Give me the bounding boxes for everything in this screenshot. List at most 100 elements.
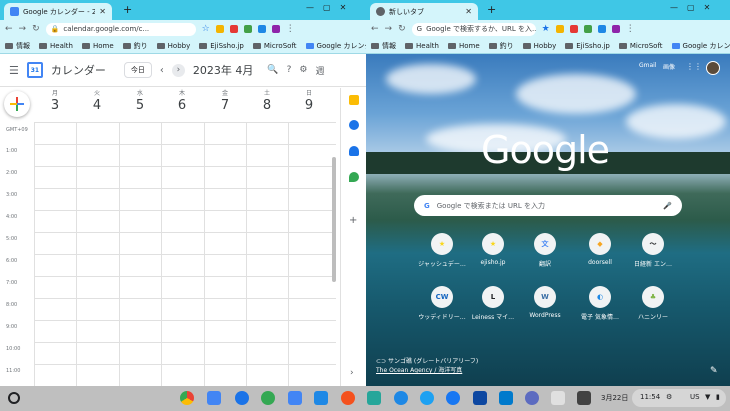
- bookmark-item[interactable]: MicroSoft: [618, 42, 663, 50]
- app-icon[interactable]: [551, 391, 565, 405]
- bookmark-item[interactable]: 情報: [371, 41, 396, 51]
- settings-icon[interactable]: ⚙: [299, 65, 307, 75]
- search-box[interactable]: G Google で検索または URL を入力 🎤: [414, 195, 682, 216]
- add-addon-icon[interactable]: +: [349, 215, 357, 226]
- bookmark-item[interactable]: Health: [39, 42, 73, 50]
- bookmark-item[interactable]: Hobby: [522, 42, 556, 50]
- bookmark-item[interactable]: EjiSsho.jp: [199, 42, 244, 50]
- photo-credit[interactable]: ⊂⊃ サンゴ礁 (グレートバリアリーフ) The Ocean Agency / …: [376, 357, 478, 375]
- shortcut-tile[interactable]: ◐ 電子 気象情…: [574, 286, 626, 321]
- bookmark-item[interactable]: MicroSoft: [252, 42, 297, 50]
- main-menu-icon[interactable]: ☰: [9, 64, 19, 77]
- bookmark-item[interactable]: 情報: [5, 41, 30, 51]
- expand-panel-icon[interactable]: ›: [350, 368, 354, 378]
- shortcut-tile[interactable]: 〜日経新 エン…: [627, 233, 679, 268]
- extension-icon[interactable]: [597, 25, 606, 33]
- bookmark-item[interactable]: 釣り: [488, 41, 514, 51]
- address-bar[interactable]: G Google で検索するか、URL を入...: [411, 22, 536, 36]
- extension-icon[interactable]: [569, 25, 578, 33]
- vscode-icon[interactable]: [499, 391, 513, 405]
- extension-icon[interactable]: [243, 25, 252, 33]
- day-header[interactable]: 金7: [204, 88, 246, 113]
- star-icon[interactable]: ☆: [202, 24, 210, 34]
- app-icon[interactable]: [525, 391, 539, 405]
- minimize-icon[interactable]: —: [670, 3, 678, 12]
- shortcut-tile[interactable]: L Leiness マイ…: [467, 286, 519, 321]
- bookmark-item[interactable]: Home: [82, 42, 114, 50]
- close-window-icon[interactable]: ✕: [704, 3, 711, 12]
- files-icon[interactable]: [314, 391, 328, 405]
- app-icon[interactable]: [473, 391, 487, 405]
- keep-icon[interactable]: [349, 95, 359, 105]
- day-header[interactable]: 日9: [288, 88, 330, 113]
- images-link[interactable]: 画像: [663, 62, 675, 71]
- apps-icon[interactable]: ⋮⋮: [686, 62, 702, 71]
- calendar-app-icon[interactable]: [207, 391, 221, 405]
- app-icon[interactable]: [341, 391, 355, 405]
- twitter-icon[interactable]: [420, 391, 434, 405]
- extension-icon[interactable]: [611, 25, 620, 33]
- extension-icon[interactable]: [215, 25, 224, 33]
- extension-icon[interactable]: [257, 25, 266, 33]
- star-icon[interactable]: ★: [542, 24, 550, 34]
- app-icon[interactable]: [367, 391, 381, 405]
- day-header[interactable]: 土8: [246, 88, 288, 113]
- forward-icon[interactable]: →: [385, 24, 393, 34]
- shortcut-tile[interactable]: 文翻訳: [519, 233, 571, 268]
- facebook-icon[interactable]: [446, 391, 460, 405]
- launcher-icon[interactable]: [8, 392, 20, 404]
- bookmark-item[interactable]: Hobby: [156, 42, 190, 50]
- address-bar[interactable]: 🔒 calendar.google.com/c...: [45, 22, 196, 36]
- help-icon[interactable]: ?: [287, 65, 292, 75]
- bookmark-item[interactable]: Google カレンダー: [305, 41, 366, 51]
- menu-icon[interactable]: ⋮: [286, 24, 295, 34]
- bookmark-item[interactable]: Home: [448, 42, 480, 50]
- bookmark-item[interactable]: Google カレンダー: [671, 41, 730, 51]
- day-header[interactable]: 火4: [76, 88, 118, 113]
- close-tab-icon[interactable]: ✕: [99, 7, 106, 16]
- close-window-icon[interactable]: ✕: [340, 3, 347, 12]
- next-week-icon[interactable]: ›: [171, 63, 185, 77]
- shortcut-tile[interactable]: CW ウッディドリー…: [416, 286, 468, 321]
- chrome-icon[interactable]: [180, 391, 194, 405]
- minimize-icon[interactable]: —: [306, 3, 314, 12]
- day-header[interactable]: 水5: [119, 88, 161, 113]
- menu-icon[interactable]: ⋮: [626, 24, 635, 34]
- tab-calendar[interactable]: Google カレンダー - 2023年 4月 ✕: [4, 3, 112, 20]
- cloud-icon[interactable]: [394, 391, 408, 405]
- week-grid[interactable]: [34, 122, 336, 386]
- shortcut-tile[interactable]: ◆ doorsell: [574, 233, 626, 266]
- back-icon[interactable]: ←: [371, 24, 379, 34]
- extension-icon[interactable]: [271, 25, 280, 33]
- view-selector[interactable]: 週: [315, 64, 324, 77]
- extension-icon[interactable]: [229, 25, 238, 33]
- reload-icon[interactable]: ↻: [398, 24, 406, 34]
- camera-icon[interactable]: [288, 391, 302, 405]
- day-header[interactable]: 月3: [34, 88, 76, 113]
- grid-scrollbar[interactable]: [332, 157, 336, 282]
- avatar[interactable]: [706, 61, 720, 75]
- reload-icon[interactable]: ↻: [32, 24, 40, 34]
- bookmark-item[interactable]: 釣り: [122, 41, 148, 51]
- shortcut-tile[interactable]: ♣ ハニンリー: [627, 286, 679, 321]
- create-event-button[interactable]: [4, 91, 30, 117]
- date-label[interactable]: 3月22日: [601, 393, 628, 403]
- forward-icon[interactable]: →: [19, 24, 27, 34]
- shortcut-tile[interactable]: W WordPress: [519, 286, 571, 319]
- bookmark-item[interactable]: Health: [405, 42, 439, 50]
- contacts-icon[interactable]: [349, 146, 359, 156]
- close-tab-icon[interactable]: ✕: [465, 7, 472, 16]
- maps-app-icon[interactable]: [261, 391, 275, 405]
- gmail-link[interactable]: Gmail: [639, 62, 657, 69]
- customize-icon[interactable]: ✎: [710, 366, 718, 376]
- extension-icon[interactable]: [583, 25, 592, 33]
- shortcut-tile[interactable]: ★ ejisho.jp: [467, 233, 519, 266]
- shortcut-tile[interactable]: ★ ジャッシュデー…: [416, 233, 468, 268]
- maximize-icon[interactable]: ▢: [687, 3, 695, 12]
- back-icon[interactable]: ←: [5, 24, 13, 34]
- maps-icon[interactable]: [349, 172, 359, 182]
- bookmark-item[interactable]: EjiSsho.jp: [565, 42, 610, 50]
- previous-week-icon[interactable]: ‹: [160, 65, 164, 76]
- microphone-icon[interactable]: 🎤: [663, 202, 672, 210]
- search-icon[interactable]: 🔍: [267, 65, 278, 75]
